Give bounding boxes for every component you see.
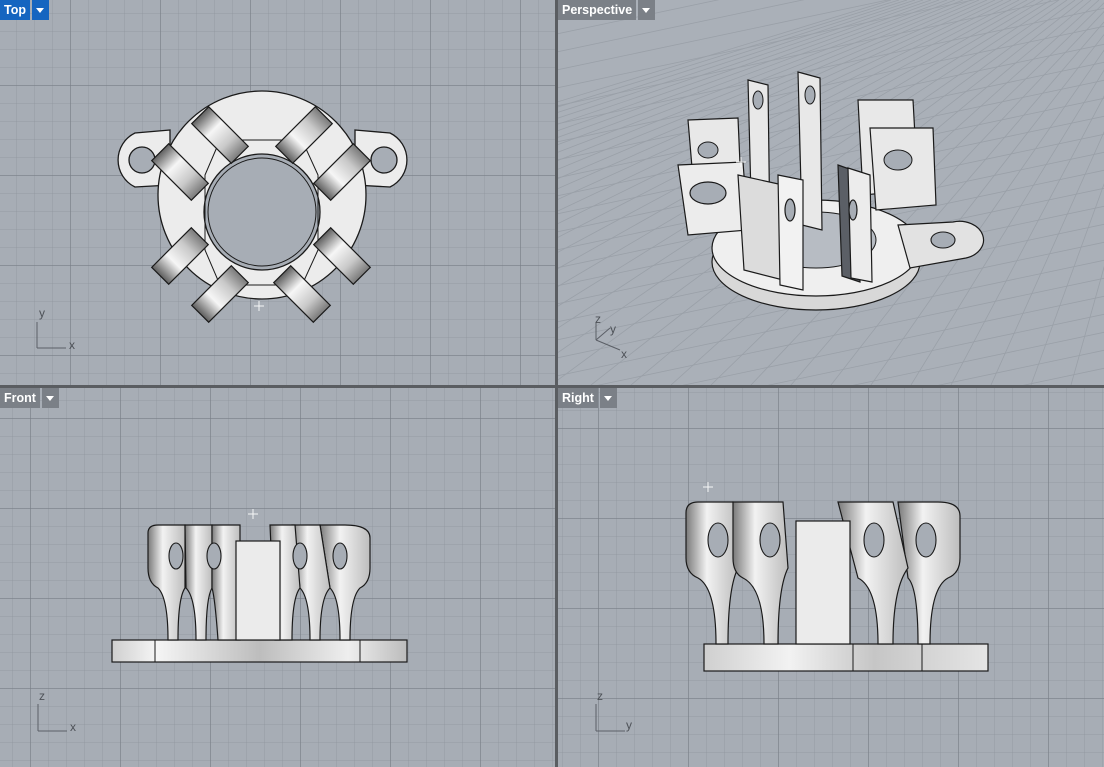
viewport-label-perspective[interactable]: Perspective: [558, 0, 656, 20]
viewport-title[interactable]: Perspective: [558, 0, 637, 20]
axis-z-label: z: [39, 689, 45, 703]
viewport-title[interactable]: Right: [558, 388, 598, 408]
viewport-label-right[interactable]: Right: [558, 388, 617, 408]
axis-x-label: x: [69, 338, 75, 352]
viewport-label-front[interactable]: Front: [0, 388, 59, 408]
viewport-menu-dropdown-icon[interactable]: [41, 388, 59, 408]
viewport-front[interactable]: Front x z: [0, 388, 555, 767]
model-front-view[interactable]: [0, 388, 555, 767]
axis-y-label: y: [626, 718, 632, 732]
axis-x-label: x: [621, 347, 627, 361]
viewport-menu-dropdown-icon[interactable]: [31, 0, 49, 20]
axis-z-label: z: [597, 689, 603, 703]
viewport-menu-dropdown-icon[interactable]: [599, 388, 617, 408]
viewport-menu-dropdown-icon[interactable]: [638, 0, 656, 20]
axis-y-label: y: [610, 322, 616, 336]
viewport-title[interactable]: Front: [0, 388, 40, 408]
viewport-title[interactable]: Top: [0, 0, 30, 20]
model-top-view[interactable]: [0, 0, 555, 385]
axis-x-label: x: [70, 720, 76, 734]
viewport-top[interactable]: Top x y: [0, 0, 555, 385]
axis-y-label: y: [39, 306, 45, 320]
axis-z-label: z: [595, 312, 601, 326]
model-right-view[interactable]: [558, 388, 1104, 767]
viewport-label-top[interactable]: Top: [0, 0, 49, 20]
viewport-perspective[interactable]: Perspective x y z: [558, 0, 1104, 385]
model-perspective-view[interactable]: [558, 0, 1104, 385]
viewport-right[interactable]: Right y z: [558, 388, 1104, 767]
